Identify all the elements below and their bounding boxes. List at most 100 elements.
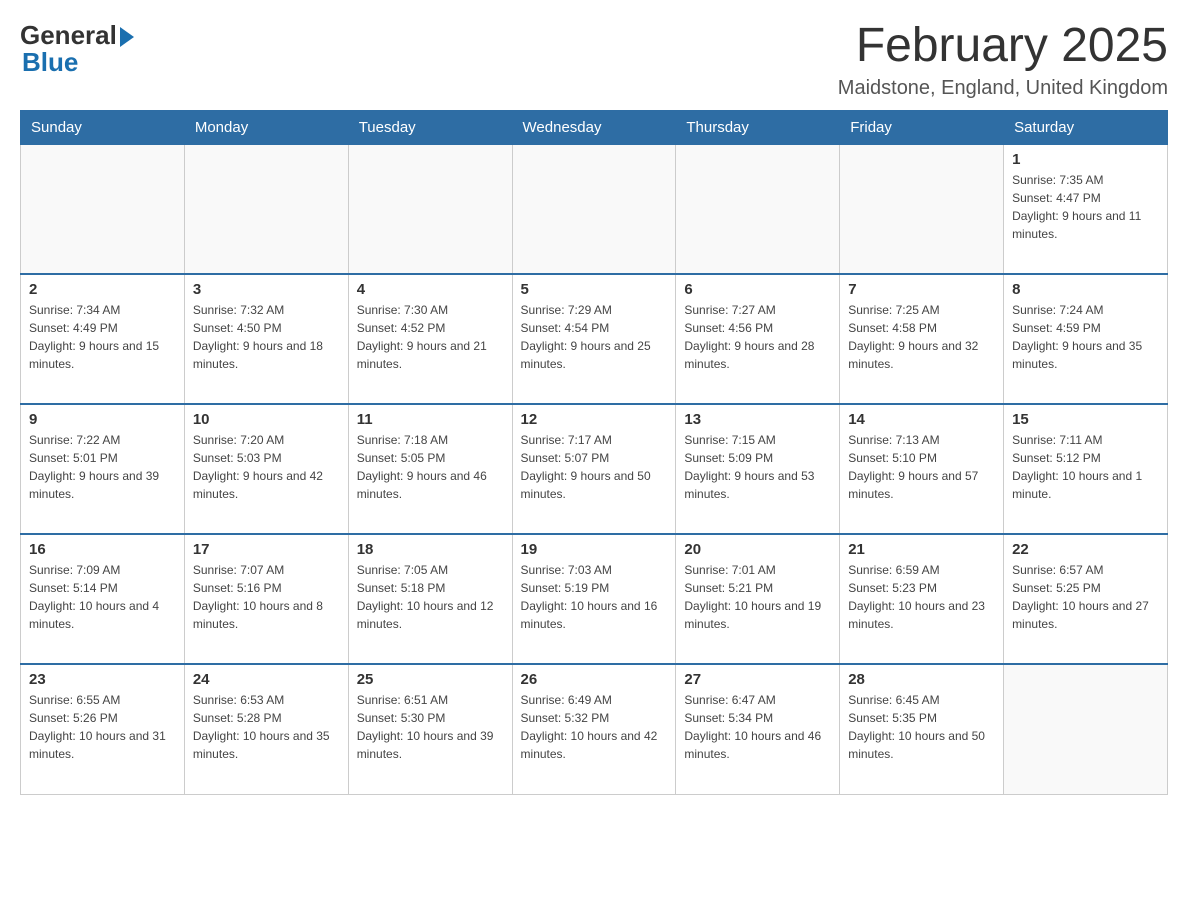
day-info: Sunrise: 6:47 AMSunset: 5:34 PMDaylight:… [684,691,831,763]
day-info: Sunrise: 7:17 AMSunset: 5:07 PMDaylight:… [521,431,668,503]
day-info: Sunrise: 7:22 AMSunset: 5:01 PMDaylight:… [29,431,176,503]
day-number: 14 [848,411,995,428]
day-info: Sunrise: 6:45 AMSunset: 5:35 PMDaylight:… [848,691,995,763]
title-section: February 2025 Maidstone, England, United… [838,20,1168,100]
day-info: Sunrise: 7:11 AMSunset: 5:12 PMDaylight:… [1012,431,1159,503]
day-number: 12 [521,411,668,428]
calendar-cell-w4-d4: 20 Sunrise: 7:01 AMSunset: 5:21 PMDayligh… [676,534,840,664]
day-number: 8 [1012,281,1159,298]
header-thursday: Thursday [676,110,840,144]
header-saturday: Saturday [1004,110,1168,144]
calendar-cell-w3-d1: 10 Sunrise: 7:20 AMSunset: 5:03 PMDayligh… [184,404,348,534]
day-number: 21 [848,541,995,558]
calendar-cell-w5-d4: 27 Sunrise: 6:47 AMSunset: 5:34 PMDayligh… [676,664,840,794]
calendar-cell-w2-d4: 6 Sunrise: 7:27 AMSunset: 4:56 PMDaylight… [676,274,840,404]
calendar-cell-w3-d6: 15 Sunrise: 7:11 AMSunset: 5:12 PMDayligh… [1004,404,1168,534]
header-tuesday: Tuesday [348,110,512,144]
day-number: 7 [848,281,995,298]
calendar-cell-w1-d3 [512,144,676,274]
calendar-cell-w3-d2: 11 Sunrise: 7:18 AMSunset: 5:05 PMDayligh… [348,404,512,534]
calendar-cell-w2-d6: 8Sunrise: 7:24 AMSunset: 4:59 PMDaylight… [1004,274,1168,404]
calendar-subtitle: Maidstone, England, United Kingdom [838,77,1168,100]
calendar-cell-w5-d2: 25 Sunrise: 6:51 AMSunset: 5:30 PMDayligh… [348,664,512,794]
day-info: Sunrise: 7:25 AMSunset: 4:58 PMDaylight:… [848,301,995,373]
day-info: Sunrise: 6:53 AMSunset: 5:28 PMDaylight:… [193,691,340,763]
day-number: 13 [684,411,831,428]
calendar-cell-w1-d6: 1 Sunrise: 7:35 AMSunset: 4:47 PMDaylight… [1004,144,1168,274]
calendar-cell-w1-d2 [348,144,512,274]
calendar-cell-w1-d0 [21,144,185,274]
day-number: 26 [521,671,668,688]
calendar-cell-w5-d1: 24 Sunrise: 6:53 AMSunset: 5:28 PMDayligh… [184,664,348,794]
day-info: Sunrise: 6:55 AMSunset: 5:26 PMDaylight:… [29,691,176,763]
day-info: Sunrise: 7:07 AMSunset: 5:16 PMDaylight:… [193,561,340,633]
day-info: Sunrise: 7:15 AMSunset: 5:09 PMDaylight:… [684,431,831,503]
calendar-week-2: 2 Sunrise: 7:34 AMSunset: 4:49 PMDaylight… [21,274,1168,404]
day-number: 25 [357,671,504,688]
day-number: 15 [1012,411,1159,428]
day-number: 2 [29,281,176,298]
day-info: Sunrise: 7:34 AMSunset: 4:49 PMDaylight:… [29,301,176,373]
calendar-cell-w1-d4 [676,144,840,274]
calendar-week-4: 16 Sunrise: 7:09 AMSunset: 5:14 PMDayligh… [21,534,1168,664]
day-number: 5 [521,281,668,298]
day-number: 19 [521,541,668,558]
day-info: Sunrise: 7:13 AMSunset: 5:10 PMDaylight:… [848,431,995,503]
calendar-cell-w2-d0: 2 Sunrise: 7:34 AMSunset: 4:49 PMDaylight… [21,274,185,404]
day-number: 27 [684,671,831,688]
day-number: 10 [193,411,340,428]
calendar-cell-w2-d2: 4 Sunrise: 7:30 AMSunset: 4:52 PMDaylight… [348,274,512,404]
calendar-cell-w4-d5: 21Sunrise: 6:59 AMSunset: 5:23 PMDayligh… [840,534,1004,664]
day-number: 24 [193,671,340,688]
day-info: Sunrise: 7:32 AMSunset: 4:50 PMDaylight:… [193,301,340,373]
calendar-week-5: 23 Sunrise: 6:55 AMSunset: 5:26 PMDayligh… [21,664,1168,794]
calendar-cell-w3-d3: 12 Sunrise: 7:17 AMSunset: 5:07 PMDayligh… [512,404,676,534]
calendar-cell-w4-d2: 18 Sunrise: 7:05 AMSunset: 5:18 PMDayligh… [348,534,512,664]
day-info: Sunrise: 7:35 AMSunset: 4:47 PMDaylight:… [1012,171,1159,243]
calendar-cell-w5-d3: 26 Sunrise: 6:49 AMSunset: 5:32 PMDayligh… [512,664,676,794]
day-info: Sunrise: 7:18 AMSunset: 5:05 PMDaylight:… [357,431,504,503]
day-info: Sunrise: 7:27 AMSunset: 4:56 PMDaylight:… [684,301,831,373]
header-monday: Monday [184,110,348,144]
day-info: Sunrise: 7:30 AMSunset: 4:52 PMDaylight:… [357,301,504,373]
day-number: 18 [357,541,504,558]
calendar-cell-w2-d5: 7 Sunrise: 7:25 AMSunset: 4:58 PMDaylight… [840,274,1004,404]
day-info: Sunrise: 7:20 AMSunset: 5:03 PMDaylight:… [193,431,340,503]
header-friday: Friday [840,110,1004,144]
day-info: Sunrise: 7:05 AMSunset: 5:18 PMDaylight:… [357,561,504,633]
calendar-cell-w5-d5: 28 Sunrise: 6:45 AMSunset: 5:35 PMDayligh… [840,664,1004,794]
day-number: 16 [29,541,176,558]
day-info: Sunrise: 6:57 AMSunset: 5:25 PMDaylight:… [1012,561,1159,633]
page-header: General Blue February 2025 Maidstone, En… [20,20,1168,100]
day-number: 11 [357,411,504,428]
day-info: Sunrise: 7:29 AMSunset: 4:54 PMDaylight:… [521,301,668,373]
day-number: 28 [848,671,995,688]
calendar-table: Sunday Monday Tuesday Wednesday Thursday… [20,110,1168,795]
calendar-cell-w2-d1: 3 Sunrise: 7:32 AMSunset: 4:50 PMDaylight… [184,274,348,404]
calendar-cell-w4-d1: 17Sunrise: 7:07 AMSunset: 5:16 PMDayligh… [184,534,348,664]
day-number: 3 [193,281,340,298]
calendar-cell-w1-d5 [840,144,1004,274]
day-number: 20 [684,541,831,558]
day-info: Sunrise: 6:51 AMSunset: 5:30 PMDaylight:… [357,691,504,763]
day-info: Sunrise: 7:09 AMSunset: 5:14 PMDaylight:… [29,561,176,633]
logo-line2: Blue [20,47,134,78]
day-number: 23 [29,671,176,688]
calendar-cell-w2-d3: 5 Sunrise: 7:29 AMSunset: 4:54 PMDaylight… [512,274,676,404]
day-info: Sunrise: 6:49 AMSunset: 5:32 PMDaylight:… [521,691,668,763]
calendar-cell-w3-d0: 9 Sunrise: 7:22 AMSunset: 5:01 PMDaylight… [21,404,185,534]
day-number: 1 [1012,151,1159,168]
day-info: Sunrise: 7:01 AMSunset: 5:21 PMDaylight:… [684,561,831,633]
calendar-cell-w5-d0: 23 Sunrise: 6:55 AMSunset: 5:26 PMDayligh… [21,664,185,794]
weekday-header-row: Sunday Monday Tuesday Wednesday Thursday… [21,110,1168,144]
day-number: 4 [357,281,504,298]
calendar-cell-w4-d0: 16 Sunrise: 7:09 AMSunset: 5:14 PMDayligh… [21,534,185,664]
header-sunday: Sunday [21,110,185,144]
logo: General Blue [20,20,134,78]
day-number: 9 [29,411,176,428]
day-number: 6 [684,281,831,298]
calendar-cell-w3-d5: 14 Sunrise: 7:13 AMSunset: 5:10 PMDayligh… [840,404,1004,534]
calendar-cell-w1-d1 [184,144,348,274]
calendar-cell-w5-d6 [1004,664,1168,794]
calendar-title: February 2025 [838,20,1168,73]
